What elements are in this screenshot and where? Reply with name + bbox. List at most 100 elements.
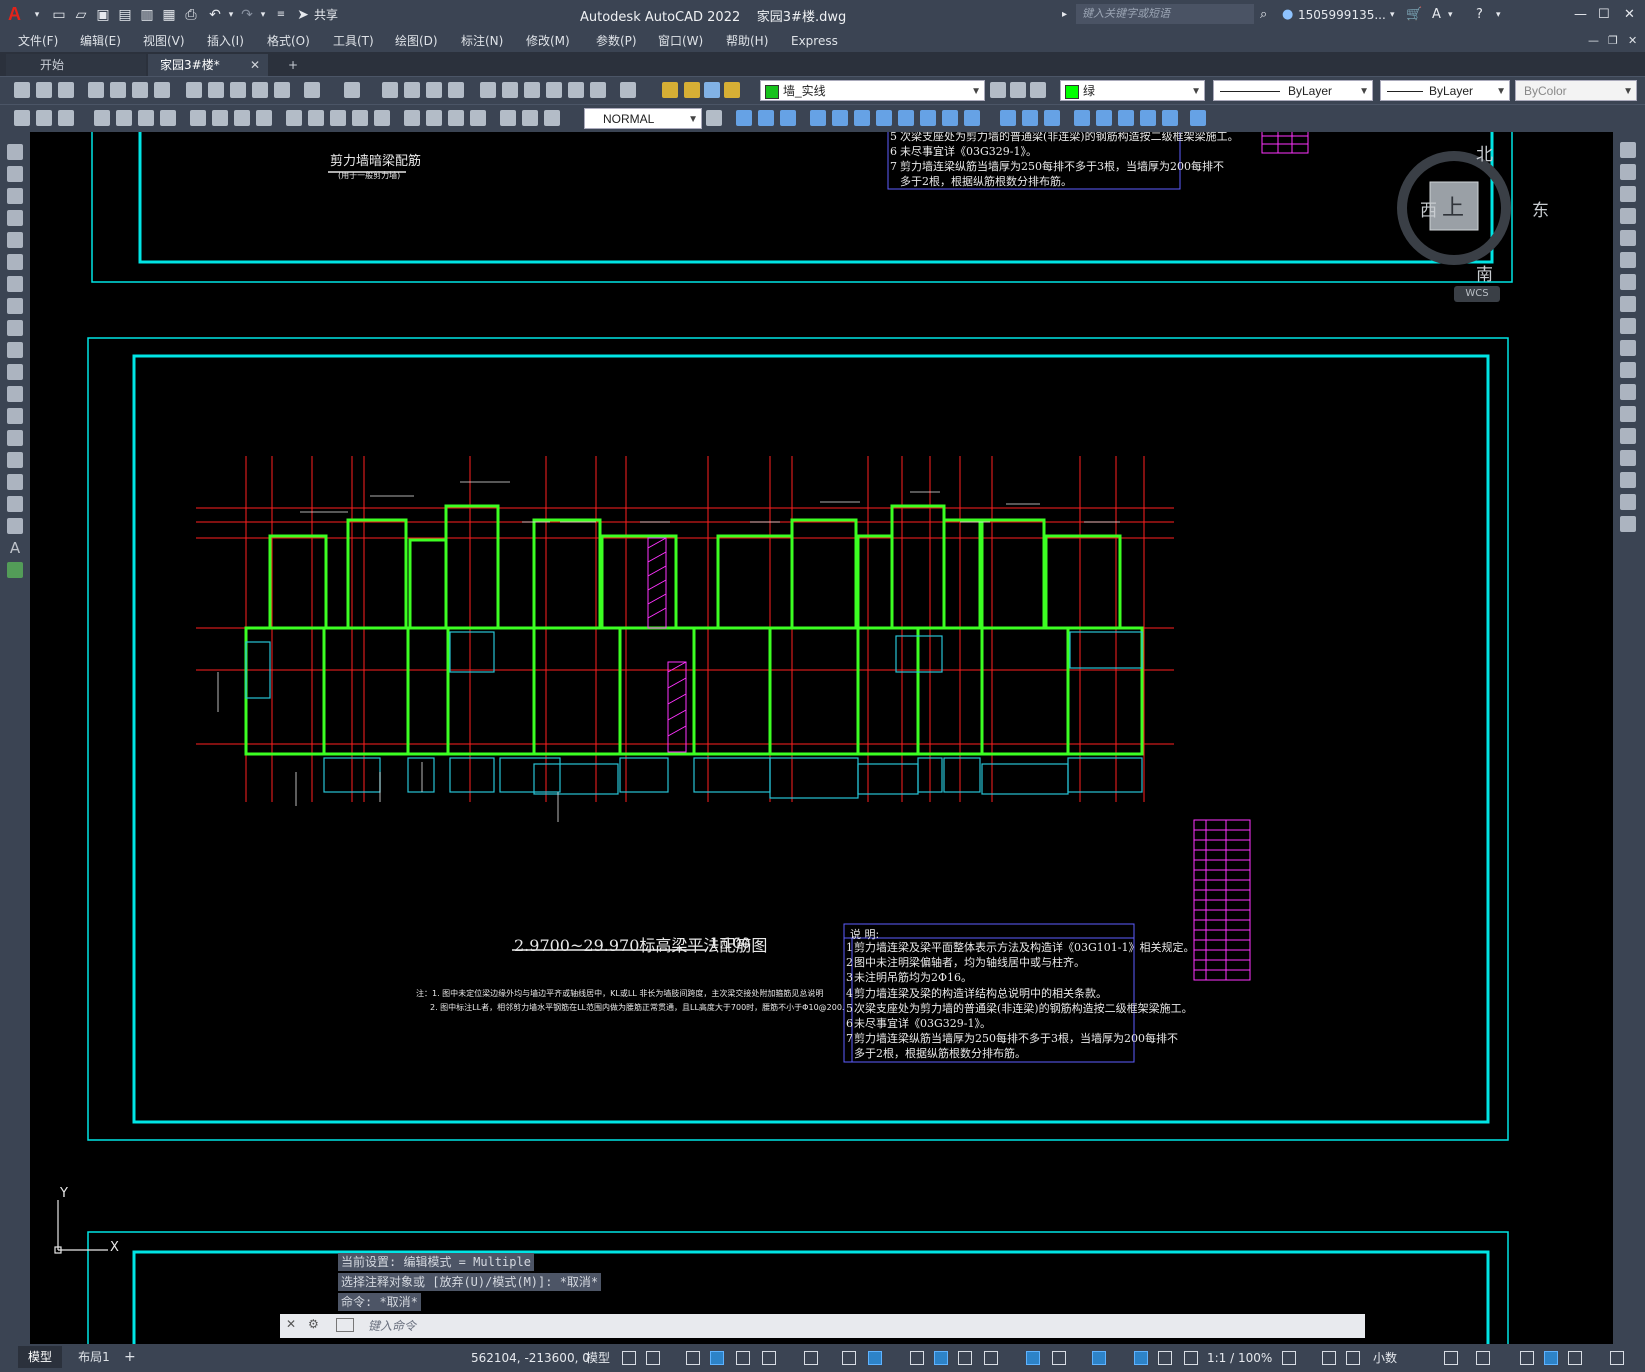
layer-on-icon[interactable] bbox=[662, 82, 678, 98]
mirror-icon[interactable] bbox=[780, 110, 796, 126]
line-icon[interactable] bbox=[7, 144, 23, 160]
gradient-icon[interactable] bbox=[7, 474, 23, 490]
plotstyle-select[interactable]: ByColor ▼ bbox=[1515, 80, 1637, 101]
menu-help[interactable]: 帮助(H) bbox=[726, 32, 768, 50]
table-icon[interactable] bbox=[7, 518, 23, 534]
share-icon[interactable]: ➤ bbox=[294, 5, 312, 25]
markup-icon[interactable] bbox=[568, 82, 584, 98]
scale-icon[interactable] bbox=[1620, 296, 1636, 312]
menu-format[interactable]: 格式(O) bbox=[267, 32, 310, 50]
quick-properties-icon[interactable] bbox=[1444, 1351, 1458, 1365]
move-icon[interactable] bbox=[1620, 252, 1636, 268]
grid-icon[interactable] bbox=[622, 1351, 636, 1365]
wcs-menu[interactable]: WCS bbox=[1454, 286, 1500, 302]
arc-length-icon[interactable] bbox=[138, 110, 154, 126]
mirror-icon[interactable] bbox=[1620, 186, 1636, 202]
baseline-dim-icon[interactable] bbox=[308, 110, 324, 126]
dim-text-edit-icon[interactable] bbox=[522, 110, 538, 126]
autodesk-app-icon[interactable]: A bbox=[1432, 5, 1441, 25]
save-web-icon[interactable]: ▦ bbox=[160, 5, 178, 25]
menu-draw[interactable]: 绘图(D) bbox=[395, 32, 438, 50]
calculator-icon[interactable] bbox=[590, 82, 606, 98]
menu-dimension[interactable]: 标注(N) bbox=[461, 32, 503, 50]
lineweight-select[interactable]: ByLayer ▼ bbox=[1380, 80, 1510, 101]
blend-icon[interactable] bbox=[1118, 110, 1134, 126]
auto-scale-icon[interactable] bbox=[1158, 1351, 1172, 1365]
help-icon[interactable] bbox=[620, 82, 636, 98]
drawing-canvas[interactable]: 剪力墙暗梁配筋 (用于一般剪力墙) 5 6 7 次梁支座处为剪力墙的普通梁(非连… bbox=[30, 132, 1613, 1344]
new-tab-button[interactable]: + bbox=[278, 54, 302, 76]
menu-parametric[interactable]: 参数(P) bbox=[596, 32, 637, 50]
angular-dim-icon[interactable] bbox=[256, 110, 272, 126]
close-icon[interactable]: ✕ bbox=[1624, 5, 1635, 25]
save-icon[interactable]: ▣ bbox=[94, 5, 112, 25]
tolerance-icon[interactable] bbox=[404, 110, 420, 126]
doc-close-icon[interactable]: ✕ bbox=[1628, 32, 1637, 50]
zoom-realtime-icon[interactable] bbox=[404, 82, 420, 98]
transparency-icon[interactable] bbox=[934, 1351, 948, 1365]
help-dropdown-icon[interactable]: ▾ bbox=[1496, 5, 1501, 25]
cart-icon[interactable]: 🛒 bbox=[1406, 5, 1422, 25]
move-icon[interactable] bbox=[854, 110, 870, 126]
explode-icon[interactable] bbox=[1620, 516, 1636, 532]
autodesk-app-dropdown-icon[interactable]: ▾ bbox=[1448, 5, 1453, 25]
layer-select[interactable]: 墙_实线 ▼ bbox=[760, 80, 985, 101]
menu-express[interactable]: Express bbox=[791, 32, 838, 50]
selection-filter-icon[interactable] bbox=[1052, 1351, 1066, 1365]
dynamic-input-icon[interactable] bbox=[710, 1351, 724, 1365]
break-icon[interactable] bbox=[1000, 110, 1016, 126]
redo-dropdown-icon[interactable]: ▾ bbox=[254, 5, 272, 25]
layer-properties-icon[interactable] bbox=[990, 82, 1006, 98]
app-menu-chevron-icon[interactable]: ▾ bbox=[28, 5, 46, 25]
hatch-icon[interactable] bbox=[7, 452, 23, 468]
dim-style-icon[interactable] bbox=[36, 110, 52, 126]
menu-modify[interactable]: 修改(M) bbox=[526, 32, 570, 50]
command-close-icon[interactable]: ✕ bbox=[286, 1317, 296, 1331]
fillet-icon[interactable] bbox=[1074, 110, 1090, 126]
command-input[interactable]: 键入命令 bbox=[368, 1317, 416, 1334]
command-recent-icon[interactable] bbox=[336, 1318, 354, 1332]
extend-icon[interactable] bbox=[964, 110, 980, 126]
lengthen-icon[interactable] bbox=[1140, 110, 1156, 126]
rotate-icon[interactable] bbox=[876, 110, 892, 126]
trim-icon[interactable] bbox=[942, 110, 958, 126]
command-line[interactable]: ✕ ⚙ 键入命令 bbox=[280, 1314, 1365, 1338]
copy-icon[interactable] bbox=[1620, 164, 1636, 180]
ordinate-dim-icon[interactable] bbox=[160, 110, 176, 126]
match-properties-icon[interactable] bbox=[252, 82, 268, 98]
tab-layout1[interactable]: 布局1 bbox=[70, 1346, 118, 1368]
3d-print-icon[interactable] bbox=[154, 82, 170, 98]
layer-lock-icon[interactable] bbox=[724, 82, 740, 98]
ellipse-arc-icon[interactable] bbox=[7, 364, 23, 380]
erase-icon[interactable] bbox=[1620, 142, 1636, 158]
add-selected-icon[interactable] bbox=[7, 562, 23, 578]
search-icon[interactable]: ⌕ bbox=[1260, 5, 1267, 25]
array-icon[interactable] bbox=[1620, 230, 1636, 246]
redo-icon[interactable] bbox=[344, 82, 360, 98]
offset-icon[interactable] bbox=[810, 110, 826, 126]
insert-block-icon[interactable] bbox=[7, 386, 23, 402]
qnew-icon[interactable] bbox=[14, 82, 30, 98]
point-icon[interactable] bbox=[7, 430, 23, 446]
spline-icon[interactable] bbox=[7, 320, 23, 336]
arc-icon[interactable] bbox=[7, 254, 23, 270]
add-layout-button[interactable]: + bbox=[124, 1346, 136, 1368]
model-space-toggle[interactable]: 模型 bbox=[586, 1348, 610, 1368]
trim-icon[interactable] bbox=[1620, 340, 1636, 356]
pedit-icon[interactable] bbox=[1190, 110, 1206, 126]
join-icon[interactable] bbox=[1620, 428, 1636, 444]
zoom-window-icon[interactable] bbox=[426, 82, 442, 98]
infer-constraints-icon[interactable] bbox=[686, 1351, 700, 1365]
save-icon[interactable] bbox=[58, 82, 74, 98]
break-icon[interactable] bbox=[1620, 406, 1636, 422]
tab-start[interactable]: 开始 bbox=[6, 54, 146, 76]
chamfer-icon[interactable] bbox=[1620, 450, 1636, 466]
offset-icon[interactable] bbox=[1620, 208, 1636, 224]
tab-drawing[interactable]: 家园3#楼* ✕ bbox=[148, 54, 268, 76]
extend-icon[interactable] bbox=[1620, 362, 1636, 378]
menu-view[interactable]: 视图(V) bbox=[143, 32, 185, 50]
annotation-monitor-icon[interactable] bbox=[1322, 1351, 1336, 1365]
doc-minimize-icon[interactable]: — bbox=[1588, 32, 1599, 50]
make-block-icon[interactable] bbox=[7, 408, 23, 424]
paste-icon[interactable] bbox=[230, 82, 246, 98]
